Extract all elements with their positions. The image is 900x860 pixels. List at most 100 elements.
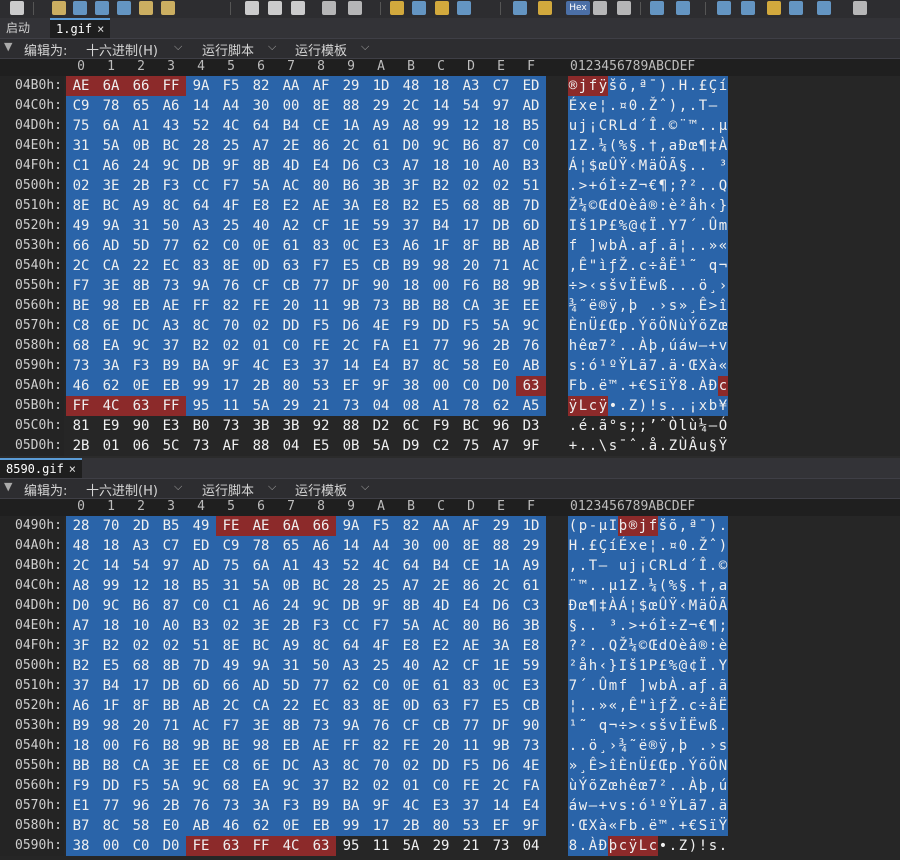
chevron-down-icon[interactable]: ⌵ bbox=[268, 40, 276, 54]
hex-byte[interactable]: F5 bbox=[126, 776, 156, 796]
hex-byte[interactable]: FF bbox=[186, 296, 216, 316]
hex-icon[interactable]: Hex bbox=[566, 1, 590, 15]
hex-byte[interactable]: 20 bbox=[456, 256, 486, 276]
hex-byte[interactable]: C0 bbox=[426, 776, 456, 796]
hex-byte[interactable]: 31 bbox=[66, 136, 96, 156]
hex-byte[interactable]: 3A bbox=[96, 356, 126, 376]
hex-byte[interactable]: 99 bbox=[96, 576, 126, 596]
hex-byte[interactable]: EC bbox=[156, 256, 186, 276]
hex-byte[interactable]: A6 bbox=[66, 696, 96, 716]
hex-byte[interactable]: EB bbox=[276, 736, 306, 756]
hex-byte[interactable]: A7 bbox=[66, 616, 96, 636]
hex-byte[interactable]: AE bbox=[306, 196, 336, 216]
hex-byte[interactable]: 37 bbox=[306, 776, 336, 796]
hex-byte[interactable]: 02 bbox=[456, 176, 486, 196]
hex-byte[interactable]: 02 bbox=[156, 636, 186, 656]
ascii-text[interactable]: h ê œ 7 ².. Àþ, ú á w – + v bbox=[568, 336, 728, 356]
run-script-button[interactable]: 运行脚本 bbox=[202, 40, 254, 59]
hex-byte[interactable]: BC bbox=[246, 636, 276, 656]
hex-byte[interactable]: 0E bbox=[276, 816, 306, 836]
cut-icon[interactable] bbox=[245, 1, 259, 15]
hex-byte[interactable]: 31 bbox=[276, 656, 306, 676]
hex-byte[interactable]: 96 bbox=[486, 416, 516, 436]
columns-icon[interactable] bbox=[676, 1, 690, 15]
hex-byte[interactable]: E3 bbox=[426, 796, 456, 816]
hex-byte[interactable]: 99 bbox=[426, 116, 456, 136]
hex-byte[interactable]: 4C bbox=[96, 396, 126, 416]
hex-byte[interactable]: 6E bbox=[96, 316, 126, 336]
hex-byte[interactable]: AF bbox=[456, 516, 486, 536]
hex-byte[interactable]: 98 bbox=[426, 256, 456, 276]
hex-byte[interactable]: 6C bbox=[396, 416, 426, 436]
edit-mode-dropdown[interactable]: 十六进制(H) bbox=[86, 480, 158, 499]
hex-byte[interactable]: 63 bbox=[426, 696, 456, 716]
hex-byte[interactable]: A3 bbox=[306, 756, 336, 776]
hex-byte[interactable]: 63 bbox=[306, 836, 336, 856]
hex-byte[interactable]: 9F bbox=[516, 436, 546, 456]
hex-byte[interactable]: 0E bbox=[126, 376, 156, 396]
hex-byte[interactable]: A9 bbox=[276, 636, 306, 656]
hex-byte[interactable]: 8E bbox=[216, 256, 246, 276]
hex-byte[interactable]: A6 bbox=[246, 596, 276, 616]
hex-byte[interactable]: 64 bbox=[336, 636, 366, 656]
hex-byte[interactable]: FF bbox=[156, 396, 186, 416]
hex-byte[interactable]: 54 bbox=[456, 96, 486, 116]
hex-byte[interactable]: 73 bbox=[336, 396, 366, 416]
hex-byte[interactable]: 5C bbox=[156, 436, 186, 456]
hex-byte[interactable]: 8F bbox=[456, 236, 486, 256]
hex-byte[interactable]: EF bbox=[336, 376, 366, 396]
hex-byte[interactable]: 88 bbox=[336, 416, 366, 436]
hex-byte[interactable]: E8 bbox=[246, 196, 276, 216]
hex-byte[interactable]: 9A bbox=[96, 216, 126, 236]
hex-byte[interactable]: 2C bbox=[336, 136, 366, 156]
hex-byte[interactable]: B2 bbox=[186, 336, 216, 356]
hex-byte[interactable]: 78 bbox=[456, 396, 486, 416]
hex-byte[interactable]: 4C bbox=[246, 356, 276, 376]
arrow-right-icon[interactable] bbox=[457, 1, 471, 15]
hex-byte[interactable]: 52 bbox=[186, 116, 216, 136]
ascii-text[interactable]: 1 Z. ¼(% §. †, a Ðœ ¶ ‡ À bbox=[568, 136, 728, 156]
hex-byte[interactable]: C0 bbox=[516, 136, 546, 156]
open-multiple-icon[interactable] bbox=[161, 1, 175, 15]
hex-byte[interactable]: 68 bbox=[126, 656, 156, 676]
chevron-down-icon[interactable]: ⌵ bbox=[361, 40, 369, 54]
hex-byte[interactable]: 28 bbox=[336, 576, 366, 596]
hex-byte[interactable]: FF bbox=[336, 736, 366, 756]
hex-byte[interactable]: C1 bbox=[216, 596, 246, 616]
hex-byte[interactable]: C7 bbox=[156, 536, 186, 556]
hex-byte[interactable]: 75 bbox=[216, 556, 246, 576]
hex-byte[interactable]: E4 bbox=[306, 156, 336, 176]
hex-byte[interactable]: AF bbox=[216, 436, 246, 456]
hex-byte[interactable]: 9B bbox=[486, 736, 516, 756]
hex-byte[interactable]: AB bbox=[516, 236, 546, 256]
chart-icon[interactable] bbox=[789, 1, 803, 15]
hex-byte[interactable]: B5 bbox=[156, 516, 186, 536]
hex-byte[interactable]: 5D bbox=[126, 236, 156, 256]
hex-byte[interactable]: E8 bbox=[516, 636, 546, 656]
hex-byte[interactable]: AB bbox=[186, 816, 216, 836]
ascii-text[interactable]: .. ö ¸ › ¾ ˜ ë ® ÿ ‚ þ . › s bbox=[568, 736, 728, 756]
hex-byte[interactable]: 90 bbox=[366, 276, 396, 296]
hex-byte[interactable]: E9 bbox=[96, 416, 126, 436]
hex-byte[interactable]: B9 bbox=[66, 716, 96, 736]
hex-byte[interactable]: A6 bbox=[396, 236, 426, 256]
list-icon[interactable] bbox=[650, 1, 664, 15]
hex-byte[interactable]: 2E bbox=[426, 576, 456, 596]
hex-byte[interactable]: 7D bbox=[516, 196, 546, 216]
hex-byte[interactable]: B2 bbox=[426, 176, 456, 196]
hex-byte[interactable]: 37 bbox=[306, 356, 336, 376]
hex-byte[interactable]: CE bbox=[306, 116, 336, 136]
hex-byte[interactable]: DC bbox=[126, 316, 156, 336]
hex-byte[interactable]: 68 bbox=[216, 776, 246, 796]
ascii-text[interactable]: ,.T—­uj¡CRLd´Î.© bbox=[568, 556, 728, 576]
hex-byte[interactable]: 8C bbox=[156, 196, 186, 216]
hex-byte[interactable]: 9C bbox=[156, 156, 186, 176]
hex-byte[interactable]: D6 bbox=[486, 596, 516, 616]
hex-byte[interactable]: 92 bbox=[306, 416, 336, 436]
hex-byte[interactable]: 98 bbox=[96, 716, 126, 736]
ascii-text[interactable]: ¨ ™.. µ 1 Z. ¼(% §. †, a bbox=[568, 576, 728, 596]
hex-byte[interactable]: 18 bbox=[156, 576, 186, 596]
hex-byte[interactable]: E5 bbox=[96, 656, 126, 676]
hex-byte[interactable]: A3 bbox=[126, 536, 156, 556]
hex-byte[interactable]: 8E bbox=[366, 696, 396, 716]
